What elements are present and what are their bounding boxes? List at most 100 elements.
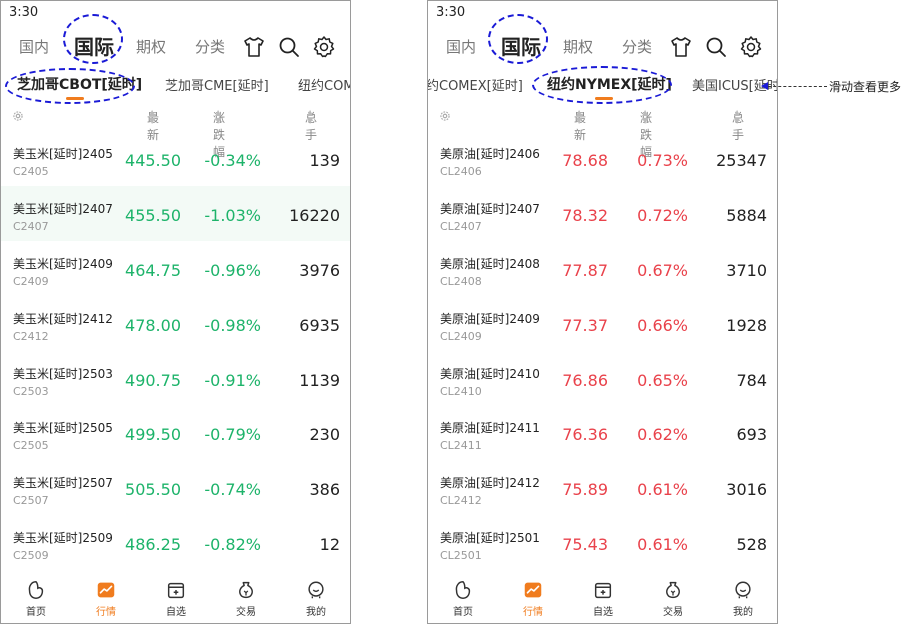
tab-options[interactable]: 期权 [136, 36, 166, 57]
volume: 3016 [726, 480, 767, 499]
exchange-tab-comex[interactable]: 约COMEX[延时] [428, 75, 523, 94]
nav-profile[interactable]: 我的 [713, 575, 773, 623]
nav-home[interactable]: 首页 [433, 575, 493, 623]
market-icon [524, 582, 542, 598]
nav-market[interactable]: 行情 [76, 575, 136, 623]
quote-row[interactable]: 美原油[延时]2501 CL2501 75.43 0.61% 528 [428, 515, 777, 570]
change-percent: -0.98% [204, 316, 261, 335]
list-header: 最新 ▲ ▼ 涨跌幅 ▲ ▼ 总手 ▲ ▼ [428, 107, 777, 159]
volume: 25347 [716, 151, 767, 170]
quote-row[interactable]: 美玉米[延时]2407 C2407 455.50 -1.03% 16220 [1, 186, 350, 241]
exchange-tab-cbot[interactable]: 芝加哥CBOT[延时] [17, 74, 142, 94]
last-price: 505.50 [125, 480, 181, 499]
tshirt-icon[interactable] [242, 35, 266, 59]
nav-market[interactable]: 行情 [503, 575, 563, 623]
last-price: 455.50 [125, 206, 181, 225]
nav-home[interactable]: 首页 [6, 575, 66, 623]
quote-row[interactable]: 美玉米[延时]2405 C2405 445.50 -0.34% 139 [1, 131, 350, 186]
volume: 386 [309, 480, 340, 499]
contract-code: C2509 [13, 549, 49, 562]
change-percent: -0.79% [204, 425, 261, 444]
active-tab-indicator [66, 97, 84, 100]
contract-code: C2412 [13, 330, 49, 343]
change-percent: -0.96% [204, 261, 261, 280]
last-price: 78.32 [562, 206, 608, 225]
tshirt-icon[interactable] [669, 35, 693, 59]
nav-watchlist[interactable]: 自选 [146, 575, 206, 623]
profile-icon [735, 581, 751, 599]
quote-row[interactable]: 美玉米[延时]2503 C2503 490.75 -0.91% 1139 [1, 351, 350, 406]
contract-code: C2405 [13, 165, 49, 178]
quote-row[interactable]: 美玉米[延时]2505 C2505 499.50 -0.79% 230 [1, 405, 350, 460]
quote-row[interactable]: 美玉米[延时]2509 C2509 486.25 -0.82% 12 [1, 515, 350, 570]
quote-row[interactable]: 美原油[延时]2407 CL2407 78.32 0.72% 5884 [428, 186, 777, 241]
volume: 230 [309, 425, 340, 444]
volume: 3976 [299, 261, 340, 280]
volume: 3710 [726, 261, 767, 280]
contract-code: CL2406 [440, 165, 482, 178]
home-icon [455, 581, 471, 599]
quote-row[interactable]: 美原油[延时]2412 CL2412 75.89 0.61% 3016 [428, 460, 777, 515]
sort-icon: ▲ ▼ [307, 108, 314, 125]
quote-row[interactable]: 美原油[延时]2411 CL2411 76.36 0.62% 693 [428, 405, 777, 460]
exchange-tab-comex[interactable]: 纽约COM [298, 75, 350, 94]
tab-international[interactable]: 国际 [501, 31, 541, 60]
gear-icon[interactable] [312, 35, 336, 59]
nav-watchlist[interactable]: 自选 [573, 575, 633, 623]
status-time: 3:30 [436, 5, 466, 20]
last-price: 499.50 [125, 425, 181, 444]
exchange-tab-cme[interactable]: 芝加哥CME[延时] [165, 75, 269, 94]
volume: 139 [309, 151, 340, 170]
volume: 784 [736, 371, 767, 390]
quote-row[interactable]: 美原油[延时]2410 CL2410 76.86 0.65% 784 [428, 351, 777, 406]
last-price: 75.89 [562, 480, 608, 499]
tab-domestic[interactable]: 国内 [446, 36, 476, 57]
callout-line [763, 86, 827, 87]
exchange-tab-nymex[interactable]: 纽约NYMEX[延时] [547, 74, 672, 94]
gear-icon[interactable] [739, 35, 763, 59]
nav-trade[interactable]: 交易 [643, 575, 703, 623]
tab-international[interactable]: 国际 [74, 31, 114, 60]
tab-options[interactable]: 期权 [563, 36, 593, 57]
trade-icon [239, 581, 253, 599]
arrow-left-icon [761, 82, 768, 90]
volume: 5884 [726, 206, 767, 225]
tab-category[interactable]: 分类 [622, 36, 652, 57]
contract-name: 美玉米[延时]2405 [13, 147, 113, 161]
change-percent: 0.61% [637, 480, 688, 499]
top-tabs: 国内 国际 期权 分类 [1, 31, 350, 63]
sort-icon: ▲ ▼ [215, 108, 222, 125]
contract-code: C2503 [13, 385, 49, 398]
last-price: 464.75 [125, 261, 181, 280]
search-icon[interactable] [277, 35, 301, 59]
contract-name: 美原油[延时]2501 [440, 531, 540, 545]
quote-row[interactable]: 美原油[延时]2409 CL2409 77.37 0.66% 1928 [428, 296, 777, 351]
quote-row[interactable]: 美玉米[延时]2507 C2507 505.50 -0.74% 386 [1, 460, 350, 515]
profile-icon [308, 581, 324, 599]
change-percent: 0.67% [637, 261, 688, 280]
nav-profile[interactable]: 我的 [286, 575, 346, 623]
list-header: 最新 ▲ ▼ 涨跌幅 ▲ ▼ 总手 ▲ ▼ [1, 107, 350, 159]
change-percent: -0.91% [204, 371, 261, 390]
volume: 528 [736, 535, 767, 554]
phone-screen-cbot: 3:30 国内 国际 期权 分类 芝加哥CBOT[延时] 芝加哥CME[延时] … [0, 0, 351, 624]
contract-name: 美原油[延时]2406 [440, 147, 540, 161]
sort-icon: ▲ ▼ [734, 108, 741, 125]
nav-trade[interactable]: 交易 [216, 575, 276, 623]
quote-row[interactable]: 美玉米[延时]2409 C2409 464.75 -0.96% 3976 [1, 241, 350, 296]
change-percent: 0.62% [637, 425, 688, 444]
tab-category[interactable]: 分类 [195, 36, 225, 57]
contract-name: 美玉米[延时]2412 [13, 312, 113, 326]
sort-icon: ▲ ▼ [642, 108, 649, 125]
settings-small-icon[interactable] [11, 109, 25, 123]
contract-code: CL2411 [440, 439, 482, 452]
quote-row[interactable]: 美原油[延时]2408 CL2408 77.87 0.67% 3710 [428, 241, 777, 296]
tab-domestic[interactable]: 国内 [19, 36, 49, 57]
search-icon[interactable] [704, 35, 728, 59]
volume: 12 [319, 535, 340, 554]
last-price: 78.68 [562, 151, 608, 170]
quote-row[interactable]: 美原油[延时]2406 CL2406 78.68 0.73% 25347 [428, 131, 777, 186]
change-percent: 0.61% [637, 535, 688, 554]
quote-row[interactable]: 美玉米[延时]2412 C2412 478.00 -0.98% 6935 [1, 296, 350, 351]
settings-small-icon[interactable] [438, 109, 452, 123]
